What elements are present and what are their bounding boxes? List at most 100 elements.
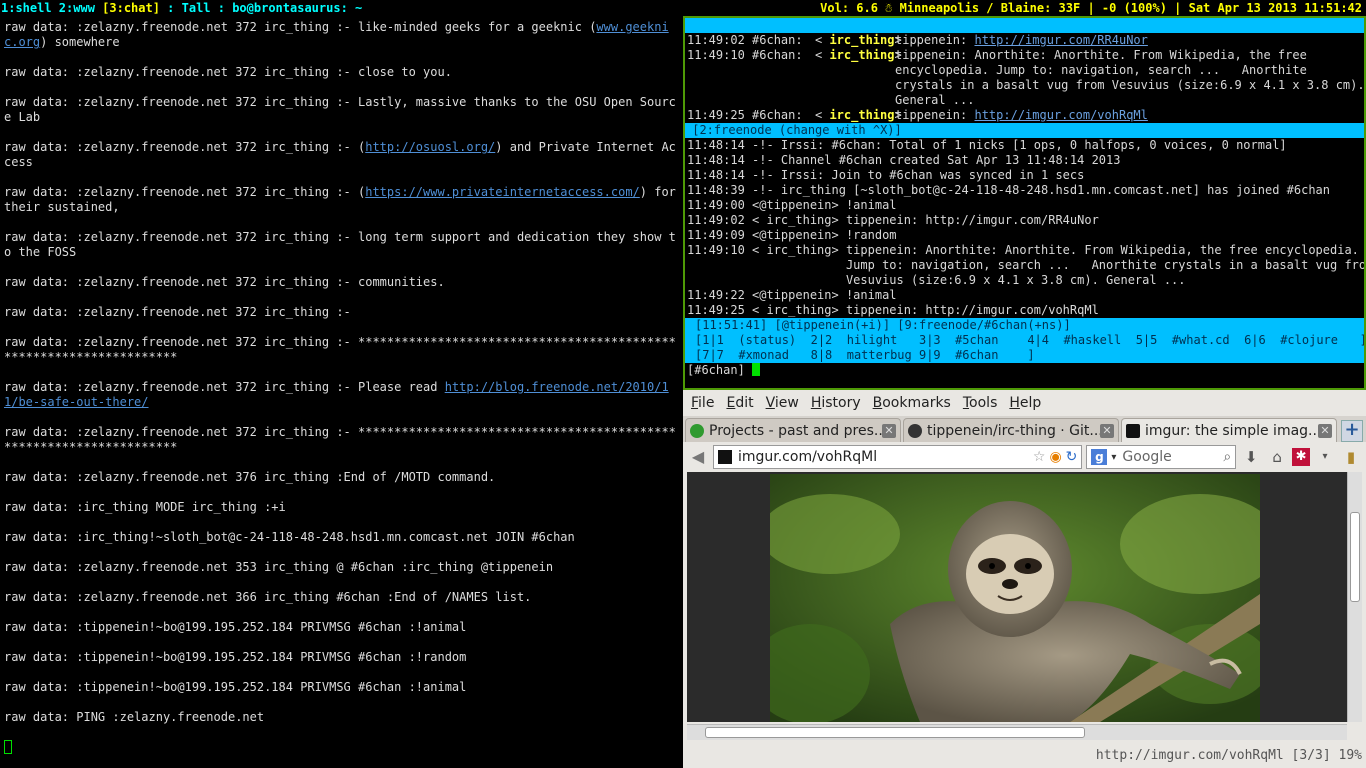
google-icon: g: [1091, 449, 1108, 465]
horizontal-scrollbar[interactable]: [687, 724, 1347, 740]
menu-file[interactable]: File: [691, 395, 714, 411]
irssi-link[interactable]: http://imgur.com/vohRqMl: [974, 108, 1147, 122]
github-icon: [908, 423, 922, 438]
raw-log-line: raw data: :zelazny.freenode.net 372 irc_…: [4, 185, 678, 215]
site-identity-icon: [717, 450, 732, 464]
raw-log-line: raw data: :zelazny.freenode.net 376 irc_…: [4, 470, 678, 485]
irssi-message: 11:49:02 #6chan: < irc_thing> tippenein: h…: [685, 33, 1364, 48]
search-engine-label: Google: [1122, 449, 1172, 465]
irssi-timestamp: [685, 63, 815, 78]
back-arrow-icon[interactable]: ◀: [687, 446, 709, 468]
addon-icon[interactable]: ✱: [1292, 448, 1311, 466]
irssi-nick: < irc_thing>: [815, 108, 902, 122]
menu-view[interactable]: View: [766, 395, 799, 411]
close-icon[interactable]: ✕: [1100, 423, 1114, 438]
raw-log-text: raw data: :zelazny.freenode.net 372 irc_…: [4, 140, 366, 154]
chevron-down-icon[interactable]: ▾: [1314, 446, 1336, 468]
tab-github-label: tippenein/irc-thing · Git...: [927, 422, 1100, 439]
irssi-nick: < irc_thing>: [815, 48, 902, 62]
active-workspace[interactable]: [3:chat]: [102, 1, 160, 15]
raw-log-line: raw data: :zelazny.freenode.net 372 irc_…: [4, 380, 678, 410]
firefox-navbar: ◀ imgur.com/vohRqMl ☆ ◉ ↻ g ▾ Google ⌕ ⬇…: [683, 442, 1366, 472]
close-icon[interactable]: ✕: [1318, 423, 1332, 438]
tab-imgur[interactable]: imgur: the simple imag... ✕: [1121, 418, 1337, 442]
irssi-prompt: [#6chan]: [687, 363, 753, 377]
irssi-cursor: [752, 363, 761, 376]
new-tab-button[interactable]: +: [1341, 420, 1363, 442]
irssi-nick: [815, 78, 895, 93]
irssi-line: 11:49:00 <@tippenein> !animal: [687, 198, 897, 212]
irssi-line: 11:48:14 -!- Irssi: Join to #6chan was s…: [687, 168, 1085, 182]
search-box[interactable]: g ▾ Google ⌕: [1086, 445, 1237, 469]
irssi-message-text: General ...: [895, 93, 975, 107]
raw-log-text: raw data: :zelazny.freenode.net 372 irc_…: [4, 65, 452, 79]
raw-data-terminal[interactable]: raw data: :zelazny.freenode.net 372 irc_…: [0, 16, 683, 768]
workspace-names[interactable]: 1:shell 2:www: [1, 1, 102, 15]
irssi-nick: [815, 93, 895, 108]
menu-edit[interactable]: Edit: [726, 395, 753, 411]
irssi-message: encyclopedia. Jump to: navigation, searc…: [685, 63, 1364, 78]
raw-log-text: raw data: :zelazny.freenode.net 372 irc_…: [4, 305, 351, 319]
download-icon[interactable]: ⬇: [1240, 446, 1262, 468]
layout-and-title: : Tall : bo@brontasaurus: ~: [159, 1, 363, 15]
irssi-message: General ...: [685, 93, 1364, 108]
irssi-split-top-bar: [685, 18, 1364, 33]
irssi-message: 11:49:25 #6chan: < irc_thing> tippenein: h…: [685, 108, 1364, 123]
irssi-nick: < irc_thing>: [815, 33, 902, 47]
irssi-line: 11:49:25 < irc_thing> tippenein: http://…: [687, 303, 1099, 317]
raw-log-line: raw data: :irc_thing!~sloth_bot@c-24-118…: [4, 530, 678, 545]
raw-log-line: raw data: :zelazny.freenode.net 366 irc_…: [4, 590, 678, 605]
irssi-line: 11:48:14 -!- Channel #6chan created Sat …: [687, 153, 1121, 167]
search-icon[interactable]: ⌕: [1223, 449, 1231, 465]
irssi-line: 11:48:14 -!- Irssi: #6chan: Total of 1 n…: [687, 138, 1287, 152]
sloth-image[interactable]: [770, 474, 1260, 722]
page-content[interactable]: [687, 472, 1347, 722]
scrollbar-thumb[interactable]: [1350, 512, 1360, 602]
irssi-line: 11:49:02 < irc_thing> tippenein: http://…: [687, 213, 1099, 227]
irssi-activity-line-2: [7|7 #xmonad 8|8 matterbug 9|9 #6chan ]: [685, 348, 1364, 363]
raw-log-text: raw data: :zelazny.freenode.net 372 irc_…: [4, 185, 366, 199]
irssi-link[interactable]: http://imgur.com/RR4uNor: [974, 33, 1147, 47]
raw-log-line: raw data: PING :zelazny.freenode.net: [4, 710, 678, 725]
raw-log-text: raw data: :irc_thing!~sloth_bot@c-24-118…: [4, 530, 575, 544]
irssi-window[interactable]: 11:49:02 #6chan: < irc_thing> tippenein: h…: [683, 16, 1366, 390]
workspace-list: 1:shell 2:www [3:chat] : Tall : bo@bront…: [1, 0, 362, 16]
irssi-line: Vesuvius (size:6.9 x 4.1 x 3.8 cm). Gene…: [687, 273, 1186, 287]
irssi-timestamp: [685, 93, 815, 108]
tab-github[interactable]: tippenein/irc-thing · Git... ✕: [903, 418, 1119, 442]
irssi-message-text: tippenein: Anorthite: Anorthite. From Wi…: [895, 48, 1307, 62]
irssi-line: Jump to: navigation, search ... Anorthit…: [687, 258, 1366, 272]
raw-log-text: raw data: :tippenein!~bo@199.195.252.184…: [4, 620, 467, 634]
raw-log-text: raw data: :zelazny.freenode.net 372 irc_…: [4, 380, 445, 394]
raw-log-text: raw data: :zelazny.freenode.net 353 irc_…: [4, 560, 554, 574]
scrollbar-thumb[interactable]: [705, 727, 1085, 738]
url-bar[interactable]: imgur.com/vohRqMl ☆ ◉ ↻: [712, 445, 1083, 469]
firefox-window[interactable]: File Edit View History Bookmarks Tools Help Pr…: [683, 390, 1366, 768]
raw-log-link[interactable]: http://osuosl.org/: [365, 140, 495, 154]
tab-projects[interactable]: Projects - past and pres... ✕: [685, 418, 901, 442]
irssi-split-top: 11:49:02 #6chan: < irc_thing> tippenein: h…: [685, 33, 1364, 123]
home-icon[interactable]: ⌂: [1266, 446, 1288, 468]
bookmark-star-icon[interactable]: ☆: [1033, 449, 1046, 465]
irssi-message: 11:49:10 #6chan: < irc_thing> tippenein: A…: [685, 48, 1364, 63]
vertical-scrollbar[interactable]: [1347, 472, 1362, 722]
raw-log-link[interactable]: https://www.privateinternetaccess.com/: [365, 185, 640, 199]
irssi-line: 11:49:09 <@tippenein> !random: [687, 228, 897, 242]
irssi-input-line[interactable]: [#6chan]: [685, 363, 1364, 378]
menu-help[interactable]: Help: [1009, 395, 1041, 411]
irssi-split-bar: [2:freenode (change with ^X)]: [685, 123, 1364, 138]
system-status: Vol: 6.6 ☃ Minneapolis / Blaine: 33F | -…: [820, 1, 1362, 15]
close-icon[interactable]: ✕: [882, 423, 896, 438]
menu-bookmarks[interactable]: Bookmarks: [873, 395, 951, 411]
menu-history[interactable]: History: [811, 395, 861, 411]
irssi-main-window: 11:48:14 -!- Irssi: #6chan: Total of 1 n…: [685, 138, 1364, 318]
irssi-timestamp: 11:49:10 #6chan:: [687, 48, 803, 62]
rss-icon[interactable]: ◉: [1049, 449, 1061, 465]
irssi-message-text: crystals in a basalt vug from Vesuvius (…: [895, 78, 1365, 92]
chevron-down-icon[interactable]: ▾: [1111, 452, 1116, 463]
irssi-nick: [815, 63, 895, 78]
bookmarks-icon[interactable]: ▮: [1340, 446, 1362, 468]
menu-tools[interactable]: Tools: [963, 395, 998, 411]
reload-icon[interactable]: ↻: [1066, 449, 1078, 465]
raw-log-text: raw data: :zelazny.freenode.net 372 irc_…: [4, 335, 676, 364]
